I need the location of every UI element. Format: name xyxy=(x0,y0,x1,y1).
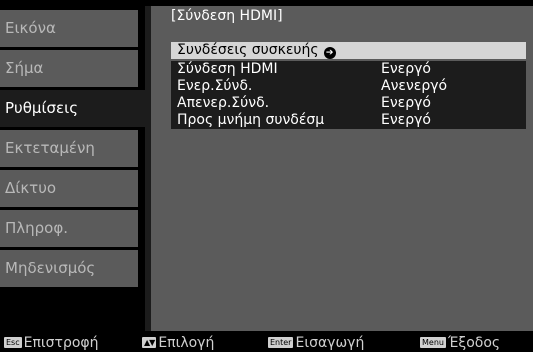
sidebar-item-reset[interactable]: Μηδενισμός xyxy=(0,250,138,287)
help-back: Esc Επιστροφή xyxy=(4,335,99,351)
menu-row-value: Ανενεργό xyxy=(381,78,448,94)
menu-row-power-on-link[interactable]: Ενερ.Σύνδ. Ανενεργό xyxy=(171,78,526,95)
sidebar-item-extended[interactable]: Εκτεταμένη xyxy=(0,130,138,167)
esc-key-icon: Esc xyxy=(4,337,22,348)
sidebar-item-network[interactable]: Δίκτυο xyxy=(0,170,138,207)
menu-key-icon: Menu xyxy=(420,337,446,348)
menu-row-hdmi-link[interactable]: Σύνδεση HDMI Ενεργό xyxy=(171,61,526,78)
help-exit: Menu Έξοδος xyxy=(420,335,501,351)
sidebar-item-settings[interactable]: Ρυθμίσεις xyxy=(0,90,150,127)
enter-key-icon: Enter xyxy=(268,337,294,348)
enter-arrow-icon: ➔ xyxy=(323,47,336,59)
settings-sidebar: Εικόνα Σήμα Ρυθμίσεις Εκτεταμένη Δίκτυο … xyxy=(0,10,150,290)
panel-title: [Σύνδεση HDMI] xyxy=(171,8,283,24)
menu-row-label: Σύνδεση HDMI xyxy=(177,61,278,77)
menu-row-power-off-link[interactable]: Απενερ.Σύνδ. Ενεργό xyxy=(171,95,526,112)
menu-row-value: Ενεργό xyxy=(381,112,431,128)
help-bar: Esc Επιστροφή ▲▼ Επιλογή Enter Εισαγωγή Men… xyxy=(0,334,533,352)
menu-row-device-connections[interactable]: Συνδέσεις συσκευής ➔ xyxy=(171,42,526,59)
menu-row-label: Ενερ.Σύνδ. xyxy=(177,78,253,94)
help-select: ▲▼ Επιλογή xyxy=(142,335,215,351)
menu-row-value: Ενεργό xyxy=(381,95,431,111)
menu-row-label: Προς μνήμη συνδέσμ xyxy=(177,112,325,128)
menu-row-label: Συνδέσεις συσκευής ➔ xyxy=(177,42,336,59)
sidebar-item-signal[interactable]: Σήμα xyxy=(0,50,138,87)
sidebar-item-image[interactable]: Εικόνα xyxy=(0,10,138,47)
menu-row-value: Ενεργό xyxy=(381,61,431,77)
up-down-key-icon: ▲▼ xyxy=(142,337,157,348)
sidebar-item-info[interactable]: Πληροφ. xyxy=(0,210,138,247)
menu-row-label: Απενερ.Σύνδ. xyxy=(177,95,270,111)
hdmi-link-panel: [Σύνδεση HDMI] Συνδέσεις συσκευής ➔ Σύνδε… xyxy=(145,6,533,331)
menu-row-link-buffer[interactable]: Προς μνήμη συνδέσμ Ενεργό xyxy=(171,112,526,129)
help-enter: Enter Εισαγωγή xyxy=(268,335,365,351)
